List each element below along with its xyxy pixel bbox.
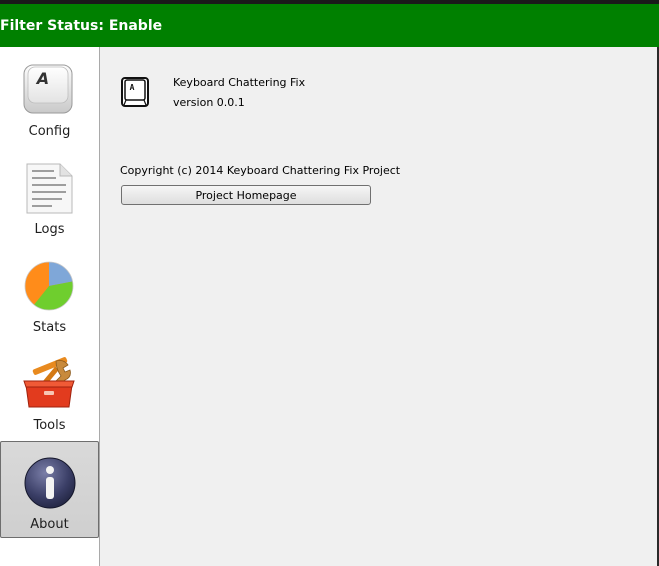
copyright-text: Copyright (c) 2014 Keyboard Chattering F…	[120, 164, 401, 177]
sidebar-item-tools[interactable]: Tools	[0, 343, 99, 440]
pie-chart-icon	[24, 261, 74, 311]
app-window: Filter Status: Enable A Config Logs Stat…	[0, 0, 659, 566]
info-icon	[24, 457, 76, 509]
document-icon	[26, 163, 73, 214]
sidebar-item-about[interactable]: About	[0, 441, 99, 538]
sidebar-item-label: Config	[28, 124, 71, 139]
sidebar-item-label: Tools	[33, 418, 66, 433]
project-homepage-button[interactable]: Project Homepage	[121, 185, 371, 205]
app-name: Keyboard Chattering Fix	[173, 76, 306, 89]
sidebar-item-stats[interactable]: Stats	[0, 245, 99, 342]
filter-status-text: Filter Status: Enable	[0, 18, 163, 34]
app-version: version 0.0.1	[173, 96, 245, 109]
filter-status-bar: Filter Status: Enable	[0, 4, 659, 47]
sidebar-item-label: Logs	[34, 222, 65, 237]
sidebar-item-label: About	[30, 517, 69, 532]
keyboard-key-icon: A	[121, 77, 149, 107]
keyboard-key-icon: A	[23, 64, 73, 114]
svg-text:A: A	[35, 69, 49, 88]
svg-text:A: A	[130, 83, 135, 92]
sidebar-item-config[interactable]: A Config	[0, 49, 99, 146]
sidebar-item-label: Stats	[32, 320, 67, 335]
about-panel: A Keyboard Chattering Fix version 0.0.1 …	[101, 47, 659, 566]
sidebar-item-logs[interactable]: Logs	[0, 147, 99, 244]
sidebar: A Config Logs Stats Tools About	[0, 47, 100, 566]
toolbox-icon	[23, 357, 75, 408]
